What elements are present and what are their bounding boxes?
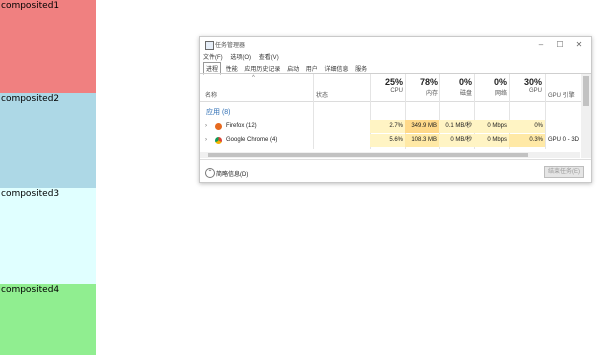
vertical-scrollbar[interactable] (581, 74, 591, 158)
footer-bar: ⌃ 简略信息(D) 结束任务(E) (200, 159, 591, 183)
close-button[interactable]: ✕ (572, 39, 586, 50)
title-bar[interactable]: 任务管理器 – ☐ ✕ (200, 37, 591, 52)
column-name[interactable]: 名称 (205, 90, 217, 99)
composited1-panel: composited1 (0, 0, 96, 93)
disk-value: 0 MB/秒 (439, 134, 474, 147)
composited3-panel: composited3 (0, 188, 96, 284)
gpu-engine-value: GPU 0 - 3D (548, 137, 580, 143)
gpu-value: 0.3% (509, 134, 545, 147)
process-row-chrome[interactable]: › Google Chrome (4) 5.6% 108.3 MB 0 MB/秒… (200, 134, 581, 147)
maximize-button[interactable]: ☐ (553, 39, 567, 50)
cpu-value: 2.7% (370, 120, 405, 133)
vertical-scroll-thumb[interactable] (583, 76, 589, 106)
disk-value: 0.1 MB/秒 (439, 120, 474, 133)
gpu-total: 30% (523, 77, 542, 87)
task-manager-window: 任务管理器 – ☐ ✕ 文件(F) 选项(O) 查看(V) 进程 性能 应用历史… (199, 36, 592, 183)
tab-bar: 进程 性能 应用历史记录 启动 用户 详细信息 服务 (203, 62, 370, 75)
network-value: 0 Mbps (474, 120, 509, 133)
memory-value: 349.9 MB (405, 120, 439, 133)
composited1-label: composited1 (1, 1, 60, 11)
memory-value: 108.3 MB (405, 134, 439, 147)
horizontal-scroll-thumb[interactable] (208, 153, 528, 157)
cpu-value: 5.6% (370, 134, 405, 147)
column-status[interactable]: 状态 (316, 90, 328, 99)
gpu-value: 0% (509, 120, 545, 133)
column-gpu-engine[interactable]: GPU 引擎 (548, 90, 575, 99)
menu-file[interactable]: 文件(F) (203, 55, 223, 61)
collapse-chevron-icon[interactable]: ⌃ (205, 168, 215, 178)
composited2-panel: composited2 (0, 93, 96, 188)
sort-indicator-icon: ^ (252, 75, 255, 81)
column-gpu[interactable]: 30% GPU (497, 77, 542, 94)
group-apps-label[interactable]: 应用 (8) (206, 107, 231, 117)
composited2-label: composited2 (1, 94, 60, 104)
task-manager-icon (205, 41, 214, 50)
expand-chevron-icon[interactable]: › (205, 137, 207, 143)
chrome-icon (215, 137, 222, 144)
gpu-label: GPU (528, 88, 542, 94)
menu-bar: 文件(F) 选项(O) 查看(V) (203, 52, 285, 61)
composited4-panel: composited4 (0, 284, 96, 355)
expand-chevron-icon[interactable]: › (205, 123, 207, 129)
composited3-label: composited3 (1, 189, 60, 199)
process-row-firefox[interactable]: › Firefox (12) 2.7% 349.9 MB 0.1 MB/秒 0 … (200, 120, 581, 133)
fewer-details-link[interactable]: 简略信息(D) (216, 169, 248, 178)
menu-view[interactable]: 查看(V) (259, 55, 279, 61)
column-headers: ^ 名称 状态 25% CPU 78% 内存 0% 磁盘 0% 网络 30% G… (200, 74, 581, 102)
process-name: Google Chrome (4) (226, 137, 278, 143)
firefox-icon (215, 123, 222, 130)
end-task-button[interactable]: 结束任务(E) (544, 166, 584, 178)
menu-options[interactable]: 选项(O) (230, 55, 251, 61)
composited4-label: composited4 (1, 285, 60, 295)
process-name: Firefox (12) (226, 123, 257, 129)
horizontal-scrollbar[interactable] (200, 152, 580, 158)
minimize-button[interactable]: – (534, 39, 548, 50)
window-title: 任务管理器 (215, 43, 246, 49)
network-value: 0 Mbps (474, 134, 509, 147)
